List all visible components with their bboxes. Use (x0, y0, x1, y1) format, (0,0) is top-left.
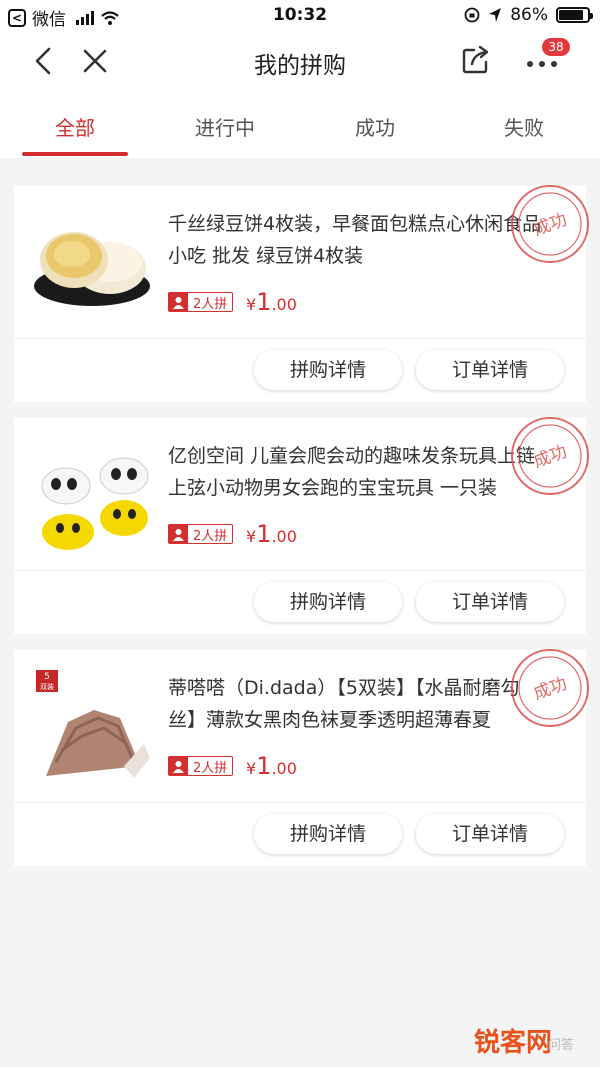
page-title: 我的拼购 (254, 53, 346, 79)
card-divider (14, 570, 586, 571)
tab-in-progress[interactable]: 进行中 (165, 112, 285, 141)
group-size-label: 2人拼 (193, 296, 228, 312)
order-details-button[interactable]: 订单详情 (416, 582, 564, 622)
group-size-label: 2人拼 (193, 760, 228, 776)
tab-active-indicator (22, 152, 128, 156)
tab-failed[interactable]: 失败 (464, 112, 584, 141)
group-size-tag: 2人拼 (168, 756, 234, 776)
success-stamp: 成功 (511, 185, 589, 263)
status-right: 86% (464, 5, 593, 25)
battery-icon (556, 7, 593, 23)
group-size-label: 2人拼 (193, 528, 228, 544)
thumb-label-pairs: 双装 (40, 682, 54, 691)
success-stamp: 成功 (511, 649, 589, 727)
person-icon (169, 293, 188, 311)
order-details-button[interactable]: 订单详情 (416, 814, 564, 854)
order-card: 千丝绿豆饼4枚装，早餐面包糕点心休闲食品小吃 批发 绿豆饼4枚装 2人拼 ¥1.… (14, 185, 589, 402)
currency-symbol: ¥ (246, 527, 257, 546)
product-title[interactable]: 蒂嗒嗒（Di.dada）【5双装】【水晶耐磨勾丝】薄款女黑肉色袜夏季透明超薄春夏 (168, 672, 542, 736)
product-image-mung-bean-cake[interactable] (32, 202, 156, 326)
thumb-label-count: 5 (44, 672, 50, 682)
group-details-button[interactable]: 拼购详情 (254, 350, 402, 390)
location-icon (489, 8, 502, 22)
status-bar: < 微信 10:32 86% (0, 0, 600, 32)
currency-symbol: ¥ (246, 295, 257, 314)
battery-percent: 86% (510, 5, 548, 25)
person-icon (169, 525, 188, 543)
price: ¥1.00 (246, 288, 297, 316)
share-icon[interactable] (460, 44, 492, 76)
card-divider (14, 802, 586, 803)
card-divider (14, 338, 586, 339)
stamp-label: 成功 (531, 210, 570, 240)
price-decimal: .00 (271, 527, 297, 546)
stamp-label: 成功 (531, 674, 570, 704)
tab-bar: 全部 进行中 成功 失败 (0, 90, 600, 158)
order-card: 亿创空间 儿童会爬会动的趣味发条玩具上链上弦小动物男女会跑的宝宝玩具 一只装 2… (14, 417, 589, 634)
rotation-lock-icon (464, 7, 480, 23)
price: ¥1.00 (246, 752, 297, 780)
person-icon (169, 757, 188, 775)
tab-all[interactable]: 全部 (15, 112, 135, 141)
currency-symbol: ¥ (246, 759, 257, 778)
price-integer: 1 (256, 752, 272, 780)
order-card: 5 双装 蒂嗒嗒（Di.dada）【5双装】【水晶耐磨勾丝】薄款女黑肉色袜夏季透… (14, 649, 589, 866)
watermark-logo: 锐客网 (474, 1028, 553, 1058)
group-size-tag: 2人拼 (168, 524, 234, 544)
group-details-button[interactable]: 拼购详情 (254, 814, 402, 854)
group-size-tag: 2人拼 (168, 292, 234, 312)
price: ¥1.00 (246, 520, 297, 548)
price-integer: 1 (256, 288, 272, 316)
notification-badge: 38 (542, 38, 570, 56)
success-stamp: 成功 (511, 417, 589, 495)
tab-success[interactable]: 成功 (315, 112, 435, 141)
stamp-label: 成功 (531, 442, 570, 472)
product-title[interactable]: 千丝绿豆饼4枚装，早餐面包糕点心休闲食品小吃 批发 绿豆饼4枚装 (168, 208, 542, 272)
watermark-sub: 问答 (548, 1038, 575, 1053)
product-title[interactable]: 亿创空间 儿童会爬会动的趣味发条玩具上链上弦小动物男女会跑的宝宝玩具 一只装 (168, 440, 542, 504)
price-decimal: .00 (271, 759, 297, 778)
order-details-button[interactable]: 订单详情 (416, 350, 564, 390)
price-integer: 1 (256, 520, 272, 548)
product-image-wind-up-toys[interactable] (32, 434, 156, 558)
price-decimal: .00 (271, 295, 297, 314)
product-image-socks[interactable]: 5 双装 (32, 666, 156, 790)
group-details-button[interactable]: 拼购详情 (254, 582, 402, 622)
nav-bar: 我的拼购 38 (0, 32, 600, 90)
